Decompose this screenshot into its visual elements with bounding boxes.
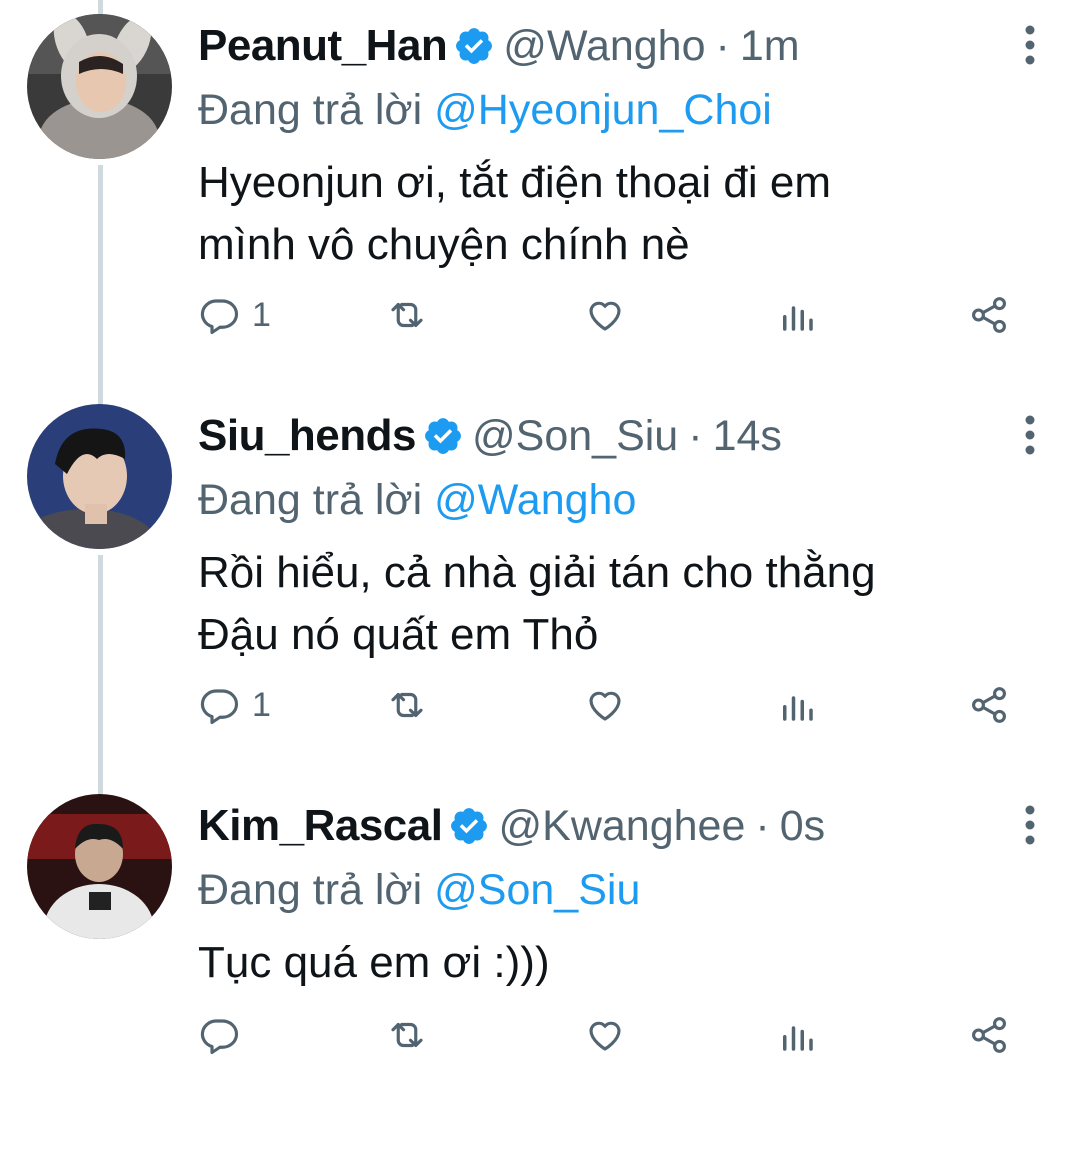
avatar[interactable] <box>27 404 172 549</box>
avatar[interactable] <box>27 14 172 159</box>
replying-to: Đang trả lời @Son_Siu <box>198 866 640 915</box>
retweet-icon <box>391 1022 423 1048</box>
retweet-button[interactable] <box>386 1010 428 1060</box>
verified-badge-icon <box>451 808 488 844</box>
retweet-icon <box>391 692 423 718</box>
separator: · <box>688 411 703 460</box>
tweet-text-line: Rồi hiểu, cả nhà giải tán cho thằng <box>198 548 876 597</box>
reply-prefix: Đang trả lời <box>198 86 423 134</box>
more-options-icon[interactable] <box>1020 800 1040 850</box>
tweet-text: Rồi hiểu, cả nhà giải tán cho thằng Đậu … <box>198 542 1038 666</box>
share-button[interactable] <box>968 680 1010 730</box>
reply-mention-link[interactable]: @Son_Siu <box>434 866 640 914</box>
reply-prefix: Đang trả lời <box>198 866 423 914</box>
heart-icon <box>589 301 621 331</box>
tweet[interactable]: Siu_hends @Son_Siu · 14s Đang trả lời @W… <box>0 390 1080 780</box>
heart-icon <box>589 1021 621 1051</box>
verified-badge-icon <box>425 418 461 454</box>
share-icon <box>972 1017 1006 1053</box>
profile-photo-side-profile-icon <box>27 404 172 549</box>
verified-badge-icon <box>456 28 493 64</box>
like-button[interactable] <box>584 290 626 340</box>
reply-icon <box>200 689 238 725</box>
analytics-button[interactable] <box>776 290 818 340</box>
tweet-text: Tục quá em ơi :))) <box>198 932 1038 994</box>
tweet[interactable]: Kim_Rascal @Kwanghee · 0s Đang trả lời @… <box>0 780 1080 1170</box>
reply-count: 1 <box>252 685 271 724</box>
display-name[interactable]: Kim_Rascal <box>198 801 443 851</box>
retweet-icon <box>391 302 423 328</box>
analytics-icon <box>783 1026 813 1051</box>
reply-prefix: Đang trả lời <box>198 476 423 524</box>
display-name[interactable]: Peanut_Han <box>198 21 448 71</box>
timestamp[interactable]: 14s <box>713 412 782 461</box>
reply-icon <box>200 299 238 335</box>
tweet-text-line: Đậu nó quất em Thỏ <box>198 610 599 659</box>
share-button[interactable] <box>968 1010 1010 1060</box>
tweet-header: Kim_Rascal @Kwanghee · 0s <box>198 798 825 854</box>
replying-to: Đang trả lời @Wangho <box>198 476 636 525</box>
share-icon <box>972 687 1006 723</box>
tweet[interactable]: Peanut_Han @Wangho · 1m Đang trả lời @Hy… <box>0 0 1080 390</box>
timestamp[interactable]: 0s <box>780 802 825 851</box>
avatar[interactable] <box>27 794 172 939</box>
timestamp[interactable]: 1m <box>740 22 800 71</box>
display-name[interactable]: Siu_hends <box>198 411 417 461</box>
user-handle[interactable]: @Wangho <box>503 22 705 71</box>
analytics-icon <box>783 306 813 331</box>
separator: · <box>715 21 730 70</box>
analytics-button[interactable] <box>776 1010 818 1060</box>
action-bar <box>198 1010 1018 1060</box>
analytics-icon <box>783 696 813 721</box>
heart-icon <box>589 691 621 721</box>
tweet-text-line: Tục quá em ơi :))) <box>198 938 550 987</box>
tweet-text-line: Hyeonjun ơi, tắt điện thoại đi em <box>198 158 831 207</box>
reply-mention-link[interactable]: @Wangho <box>434 476 636 524</box>
tweet-text: Hyeonjun ơi, tắt điện thoại đi em mình v… <box>198 152 1038 276</box>
reply-button[interactable]: 1 <box>198 290 271 340</box>
retweet-button[interactable] <box>386 290 428 340</box>
separator: · <box>755 801 770 850</box>
reply-count: 1 <box>252 295 271 334</box>
action-bar: 1 <box>198 680 1018 730</box>
retweet-button[interactable] <box>386 680 428 730</box>
share-icon <box>972 297 1006 333</box>
reply-mention-link[interactable]: @Hyeonjun_Choi <box>434 86 772 134</box>
action-bar: 1 <box>198 290 1018 340</box>
more-options-icon[interactable] <box>1020 410 1040 460</box>
profile-photo-bunny-hood-icon <box>27 14 172 159</box>
user-handle[interactable]: @Kwanghee <box>498 802 745 851</box>
reply-button[interactable]: 1 <box>198 680 271 730</box>
like-button[interactable] <box>584 1010 626 1060</box>
tweet-header: Siu_hends @Son_Siu · 14s <box>198 408 782 464</box>
tweet-text-line: mình vô chuyện chính nè <box>198 220 690 269</box>
replying-to: Đang trả lời @Hyeonjun_Choi <box>198 86 772 135</box>
tweet-header: Peanut_Han @Wangho · 1m <box>198 18 800 74</box>
profile-photo-stage-icon <box>27 794 172 939</box>
reply-button[interactable] <box>198 1010 252 1060</box>
analytics-button[interactable] <box>776 680 818 730</box>
reply-icon <box>200 1019 238 1055</box>
more-options-icon[interactable] <box>1020 20 1040 70</box>
share-button[interactable] <box>968 290 1010 340</box>
user-handle[interactable]: @Son_Siu <box>472 412 678 461</box>
like-button[interactable] <box>584 680 626 730</box>
